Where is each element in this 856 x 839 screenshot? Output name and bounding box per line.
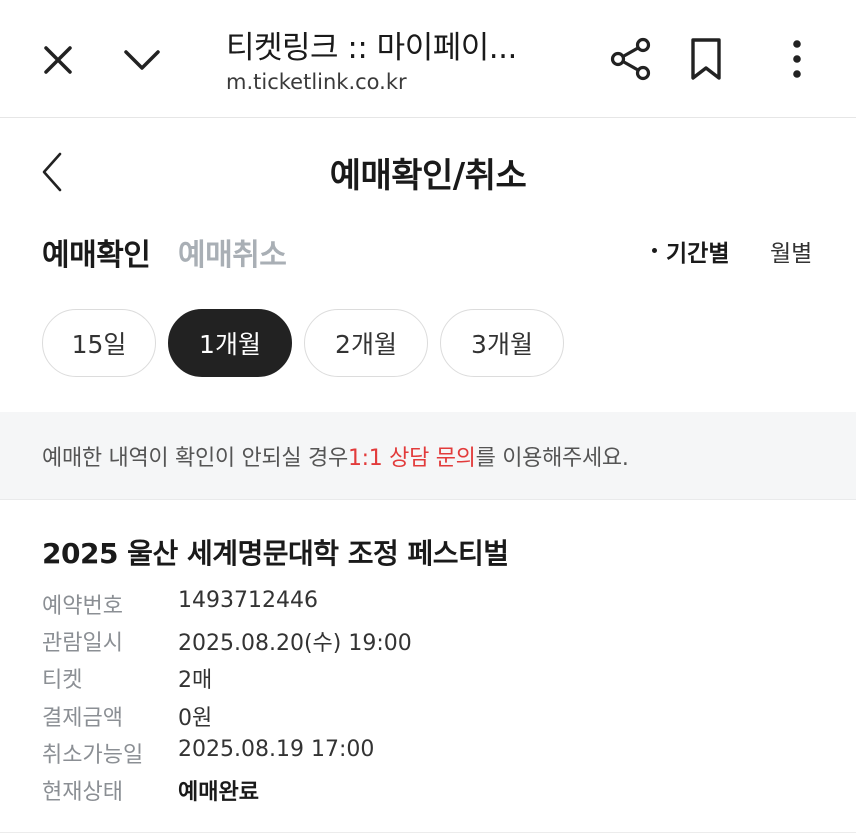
page-title: 예매확인/취소 [329, 156, 527, 196]
show-datetime-label: 관람일시 [42, 631, 123, 656]
selected-dot-icon [652, 248, 657, 253]
notice-text-after: 를 이용해주세요. [475, 445, 629, 471]
current-status-label: 현재상태 [42, 780, 123, 805]
period-by-month-option[interactable]: 월별 [770, 234, 812, 268]
bookmark-icon[interactable] [686, 36, 726, 82]
close-icon[interactable] [38, 40, 78, 80]
range-chip-2months[interactable]: 2개월 [304, 309, 428, 377]
ticket-label: 티켓 [42, 668, 83, 693]
ticket-value: 2매 [178, 668, 213, 693]
browser-url[interactable]: m.ticketlink.co.kr [226, 70, 407, 94]
cancel-deadline-value: 2025.08.19 17:00 [178, 737, 375, 762]
one-on-one-inquiry-link[interactable]: 1:1 상담 문의 [348, 440, 476, 472]
browser-tab-title[interactable]: 티켓링크 :: 마이페이... [226, 22, 556, 67]
cancel-deadline-label: 취소가능일 [42, 743, 144, 768]
range-chip-1month[interactable]: 1개월 [168, 309, 292, 377]
payment-amount-value: 0원 [178, 706, 213, 731]
tab-booking-confirm[interactable]: 예매확인 [42, 230, 151, 274]
booking-number-value: 1493712446 [178, 588, 318, 613]
browser-toolbar: 티켓링크 :: 마이페이... m.ticketlink.co.kr [0, 0, 856, 118]
notice-text-before: 예매한 내역이 확인이 안되실 경우 [42, 445, 348, 471]
divider [0, 832, 856, 833]
range-chip-15days[interactable]: 15일 [42, 309, 156, 377]
booking-number-label: 예약번호 [42, 594, 123, 619]
show-datetime-value: 2025.08.20(수) 19:00 [178, 631, 412, 656]
current-status-value: 예매완료 [178, 780, 259, 805]
range-chip-3months[interactable]: 3개월 [440, 309, 564, 377]
tab-booking-cancel[interactable]: 예매취소 [178, 230, 287, 274]
payment-amount-label: 결제금액 [42, 706, 123, 731]
chevron-down-icon[interactable] [120, 40, 164, 80]
more-vert-icon[interactable] [784, 38, 810, 80]
share-icon[interactable] [608, 36, 654, 82]
notice-bar: 예매한 내역이 확인이 안되실 경우 1:1 상담 문의 를 이용해주세요. [0, 412, 856, 500]
booking-title[interactable]: 2025 울산 세계명문대학 조정 페스티벌 [42, 532, 509, 572]
period-by-range-option[interactable]: 기간별 [666, 234, 729, 268]
